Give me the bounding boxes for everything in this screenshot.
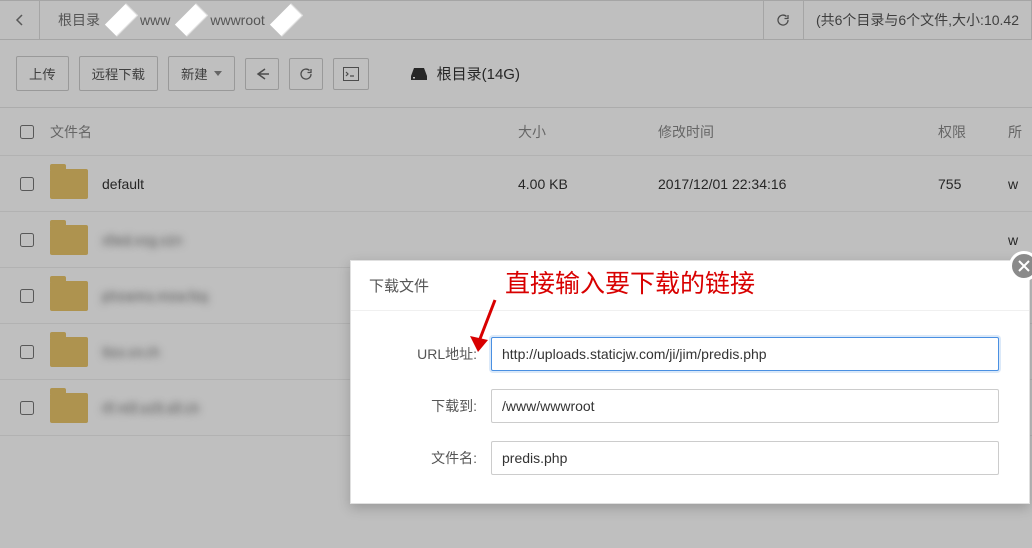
toolbar: 上传 远程下载 新建 根目录(14G) bbox=[0, 40, 1032, 107]
crumb-root[interactable]: 根目录 bbox=[40, 1, 122, 39]
col-perm[interactable]: 权限 bbox=[938, 122, 1008, 142]
select-all-checkbox[interactable] bbox=[20, 125, 34, 139]
row-checkbox[interactable] bbox=[20, 233, 34, 247]
breadcrumb-bar: 根目录 www wwwroot (共6个目录与6个文件,大小:10.42 bbox=[0, 0, 1032, 40]
folder-icon bbox=[50, 169, 88, 199]
folder-icon bbox=[50, 225, 88, 255]
table-row[interactable]: default 4.00 KB 2017/12/01 22:34:16 755 … bbox=[0, 156, 1032, 212]
row-checkbox[interactable] bbox=[20, 345, 34, 359]
refresh-button[interactable] bbox=[763, 1, 803, 39]
col-size[interactable]: 大小 bbox=[518, 122, 658, 142]
table-header: 文件名 大小 修改时间 权限 所 bbox=[0, 108, 1032, 156]
upload-button[interactable]: 上传 bbox=[16, 56, 69, 91]
nav-back-button[interactable] bbox=[245, 58, 279, 90]
toolbar-refresh-button[interactable] bbox=[289, 58, 323, 90]
folder-icon bbox=[50, 337, 88, 367]
row-checkbox[interactable] bbox=[20, 401, 34, 415]
row-checkbox[interactable] bbox=[20, 177, 34, 191]
file-name[interactable]: default bbox=[102, 176, 144, 192]
breadcrumb: 根目录 www wwwroot bbox=[40, 1, 763, 39]
stats-text: (共6个目录与6个文件,大小:10.42 bbox=[803, 1, 1031, 39]
chevron-down-icon bbox=[214, 71, 222, 76]
remote-download-button[interactable]: 远程下载 bbox=[79, 56, 158, 91]
folder-icon bbox=[50, 393, 88, 423]
file-name[interactable]: xfwd.xvg.xzn bbox=[102, 232, 182, 248]
terminal-button[interactable] bbox=[333, 58, 369, 90]
col-name[interactable]: 文件名 bbox=[44, 122, 518, 142]
col-mtime[interactable]: 修改时间 bbox=[658, 122, 938, 142]
file-name[interactable]: rfl mlf.ocft.slf.ch bbox=[102, 400, 199, 416]
close-icon[interactable] bbox=[1009, 251, 1032, 281]
crumb-wwwroot[interactable]: wwwroot bbox=[192, 1, 286, 39]
filename-input[interactable] bbox=[491, 441, 999, 475]
annotation-text: 直接输入要下载的链接 bbox=[505, 264, 755, 300]
disk-info: 根目录(14G) bbox=[409, 63, 520, 84]
file-name[interactable]: 9ox.vn.rh bbox=[102, 344, 160, 360]
file-size: 4.00 KB bbox=[518, 176, 658, 192]
back-button[interactable] bbox=[0, 1, 40, 39]
folder-icon bbox=[50, 281, 88, 311]
file-owner: w bbox=[1008, 232, 1022, 248]
dest-label: 下载到: bbox=[351, 396, 491, 416]
dest-input[interactable] bbox=[491, 389, 999, 423]
disk-icon bbox=[409, 66, 429, 82]
annotation-arrow-icon bbox=[460, 292, 510, 362]
new-button[interactable]: 新建 bbox=[168, 56, 235, 91]
file-name[interactable]: phxwms.mxw.fsq bbox=[102, 288, 208, 304]
filename-label: 文件名: bbox=[351, 448, 491, 468]
row-checkbox[interactable] bbox=[20, 289, 34, 303]
file-owner: w bbox=[1008, 176, 1022, 192]
col-owner[interactable]: 所 bbox=[1008, 122, 1022, 142]
url-input[interactable] bbox=[491, 337, 999, 371]
file-mtime: 2017/12/01 22:34:16 bbox=[658, 176, 938, 192]
file-perm: 755 bbox=[938, 176, 1008, 192]
